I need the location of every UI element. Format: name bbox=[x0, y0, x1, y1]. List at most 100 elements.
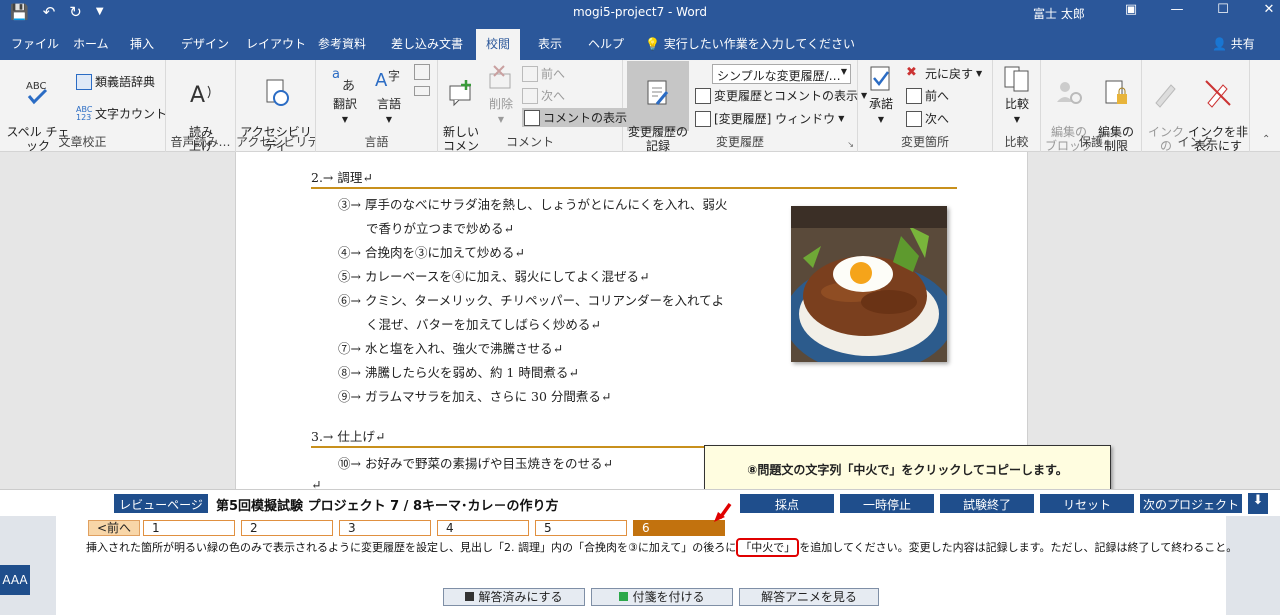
step-line[interactable]: ⑤→ カレーベースを④に加え、弱火にしてよく混ぜる↵ bbox=[338, 266, 649, 285]
heading-cooking[interactable]: 2.→ 調理↵ bbox=[311, 167, 373, 186]
user-name[interactable]: 富士 太郎 bbox=[1033, 5, 1085, 22]
share-button[interactable]: 👤 共有 bbox=[1212, 35, 1255, 52]
step-line[interactable]: ⑦→ 水と塩を入れ、強火で沸騰させる↵ bbox=[338, 338, 563, 357]
document-page[interactable]: 2.→ 調理↵ ③→ 厚手のなべにサラダ油を熱し、しょうがとにんにくを入れ、弱火… bbox=[235, 152, 1028, 489]
next-project-button[interactable]: 次のプロジェクト bbox=[1140, 494, 1242, 513]
tab-review[interactable]: 校閲 bbox=[476, 29, 521, 60]
heading-finishing[interactable]: 3.→ 仕上げ↵ bbox=[311, 426, 385, 445]
thesaurus-button[interactable]: 類義語辞典 bbox=[76, 73, 155, 90]
font-size-button[interactable]: AAA bbox=[0, 565, 30, 595]
markup-view-select[interactable]: シンプルな変更履歴/… ▼ bbox=[712, 64, 851, 84]
group-tracking: 変更履歴の 記録 シンプルな変更履歴/… ▼ 変更履歴とコメントの表示 ▼ [変… bbox=[623, 60, 867, 153]
tab-home[interactable]: ホーム bbox=[73, 35, 109, 52]
sticky-icon bbox=[619, 592, 629, 601]
next-comment-icon bbox=[522, 87, 538, 104]
step-line[interactable]: ⑥→ クミン、ターメリック、チリペッパー、コリアンダーを入れてよ bbox=[338, 290, 724, 309]
next-comment-button[interactable]: 次へ bbox=[522, 87, 565, 104]
grade-button[interactable]: 採点 bbox=[740, 494, 834, 513]
tab-insert[interactable]: 挿入 bbox=[130, 35, 154, 52]
tab-mailings[interactable]: 差し込み文書 bbox=[391, 35, 463, 52]
dialog-launcher-icon[interactable]: ↘ bbox=[847, 140, 854, 149]
copy-target-text[interactable]: 「中火で」 bbox=[736, 538, 800, 557]
task-instruction: 挿入された箇所が明るい緑の色のみで表示されるように変更履歴を設定し、見出し「2.… bbox=[86, 538, 1237, 557]
compare-button[interactable]: 比較 ▼ bbox=[999, 64, 1035, 127]
group-comments: 新しい コメント 削除▼ 前へ 次へ コメントの表示 コメント bbox=[438, 60, 634, 167]
task-tab-1[interactable]: 1 bbox=[143, 520, 235, 536]
step-line[interactable]: ③→ 厚手のなべにサラダ油を熱し、しょうがとにんにくを入れ、弱火 bbox=[338, 194, 727, 213]
prev-comment-label: 前へ bbox=[541, 67, 566, 81]
reviewing-pane-label: [変更履歴] ウィンドウ bbox=[714, 112, 836, 126]
show-comments-button[interactable]: コメントの表示 bbox=[522, 108, 634, 127]
show-markup-button[interactable]: 変更履歴とコメントの表示 ▼ bbox=[695, 87, 867, 104]
tab-references[interactable]: 参考資料 bbox=[318, 35, 366, 52]
tab-help[interactable]: ヘルプ bbox=[588, 35, 624, 52]
close-icon[interactable]: ✕ bbox=[1246, 2, 1280, 17]
restrict-editing-icon bbox=[1105, 80, 1127, 104]
group-label-ink: インク bbox=[1177, 135, 1214, 149]
track-changes-button[interactable]: 変更履歴の 記録 bbox=[627, 61, 689, 153]
collapse-ribbon-icon[interactable]: ⌃ bbox=[1262, 134, 1270, 145]
language-icon: A字 bbox=[375, 68, 400, 91]
group-changes: 承諾 ▼ ✖ 元に戻す ▼ 前へ 次へ 変更箇所 bbox=[858, 60, 993, 152]
document-area[interactable]: 2.→ 調理↵ ③→ 厚手のなべにサラダ油を熱し、しょうがとにんにくを入れ、弱火… bbox=[0, 152, 1280, 489]
word-count-button[interactable]: ABC 123 文字カウント bbox=[76, 105, 167, 122]
end-exam-button[interactable]: 試験終了 bbox=[940, 494, 1034, 513]
answer-animation-button[interactable]: 解答アニメを見る bbox=[739, 588, 879, 606]
tab-layout[interactable]: レイアウト bbox=[246, 35, 306, 52]
delete-comment-button[interactable]: 削除 ▼ bbox=[484, 64, 518, 127]
step-line[interactable]: で香りが立つまで炒める↵ bbox=[366, 218, 514, 237]
pause-button[interactable]: 一時停止 bbox=[840, 494, 934, 513]
title-bar: 💾 ↶ ↻ ▼ mogi5-project7 - Word 富士 太郎 ▣ — … bbox=[0, 0, 1280, 26]
reject-button[interactable]: ✖ 元に戻す ▼ bbox=[906, 65, 982, 82]
delete-comment-label: 削除 bbox=[488, 97, 513, 111]
tab-file[interactable]: ファイル bbox=[11, 35, 59, 52]
accept-button[interactable]: 承諾 ▼ bbox=[862, 64, 900, 127]
task-tab-2[interactable]: 2 bbox=[241, 520, 333, 536]
step-line[interactable]: ④→ 合挽肉を③に加えて炒める↵ bbox=[338, 242, 525, 261]
group-compare: 比較 ▼ 比較 bbox=[993, 60, 1041, 152]
add-sticky-button[interactable]: 付箋を付ける bbox=[591, 588, 733, 606]
ribbon-display-icon[interactable]: ▣ bbox=[1108, 2, 1154, 17]
review-page-button[interactable]: レビューページ bbox=[114, 494, 208, 513]
reset-button[interactable]: リセット bbox=[1040, 494, 1134, 513]
tell-me-search[interactable]: 💡 実行したい作業を入力してください bbox=[645, 35, 855, 52]
language-extra-2[interactable] bbox=[414, 86, 430, 96]
language-extra-1[interactable] bbox=[414, 64, 430, 80]
prev-comment-button[interactable]: 前へ bbox=[522, 65, 565, 82]
step-line[interactable]: ⑧→ 沸騰したら火を弱め、約 1 時間煮る↵ bbox=[338, 362, 579, 381]
step-line[interactable]: ⑩→ お好みで野菜の素揚げや目玉焼きをのせる↵ bbox=[338, 453, 613, 472]
prev-task-button[interactable]: <前へ bbox=[88, 520, 140, 536]
task-tab-4[interactable]: 4 bbox=[437, 520, 529, 536]
download-icon[interactable]: ⬇ bbox=[1248, 493, 1268, 514]
task-tab-3[interactable]: 3 bbox=[339, 520, 431, 536]
reviewing-pane-button[interactable]: [変更履歴] ウィンドウ ▼ bbox=[695, 110, 844, 127]
group-label-compare: 比較 bbox=[1004, 135, 1029, 149]
mark-answered-button[interactable]: 解答済みにする bbox=[443, 588, 585, 606]
accessibility-icon bbox=[266, 79, 289, 106]
ribbon-tabs: ファイル ホーム 挿入 デザイン レイアウト 参考資料 差し込み文書 校閲 表示… bbox=[0, 26, 1280, 60]
translate-icon: aあ bbox=[332, 67, 355, 94]
next-change-button[interactable]: 次へ bbox=[906, 110, 949, 127]
next-change-label: 次へ bbox=[925, 112, 950, 126]
prev-change-button[interactable]: 前へ bbox=[906, 87, 949, 104]
keema-curry-photo[interactable] bbox=[791, 206, 947, 362]
share-label: 共有 bbox=[1230, 37, 1255, 51]
task-tab-5[interactable]: 5 bbox=[535, 520, 627, 536]
group-speech: A 読み 上げ 音声読み… bbox=[166, 60, 236, 153]
word-count-label: 文字カウント bbox=[95, 107, 168, 121]
word-count-icon: ABC 123 bbox=[76, 104, 93, 122]
tab-design[interactable]: デザイン bbox=[181, 35, 229, 52]
tab-view[interactable]: 表示 bbox=[538, 35, 562, 52]
step-line[interactable]: ⑨→ ガラムマサラを加え、さらに 30 分間煮る↵ bbox=[338, 386, 611, 405]
language-button[interactable]: A字 言語 ▼ bbox=[368, 64, 410, 127]
show-markup-label: 変更履歴とコメントの表示 bbox=[714, 89, 859, 103]
group-label-language: 言語 bbox=[364, 135, 389, 149]
minimize-icon[interactable]: — bbox=[1154, 2, 1200, 17]
empty-paragraph[interactable]: ↵ bbox=[311, 477, 321, 489]
show-comments-icon bbox=[524, 109, 540, 126]
prev-change-icon bbox=[906, 87, 922, 104]
hide-ink-icon bbox=[1205, 80, 1231, 108]
step-line[interactable]: く混ぜ、バターを加えてしばらく炒める↵ bbox=[366, 314, 601, 333]
translate-button[interactable]: aあ 翻訳 ▼ bbox=[324, 64, 366, 127]
maximize-icon[interactable]: ☐ bbox=[1200, 2, 1246, 17]
